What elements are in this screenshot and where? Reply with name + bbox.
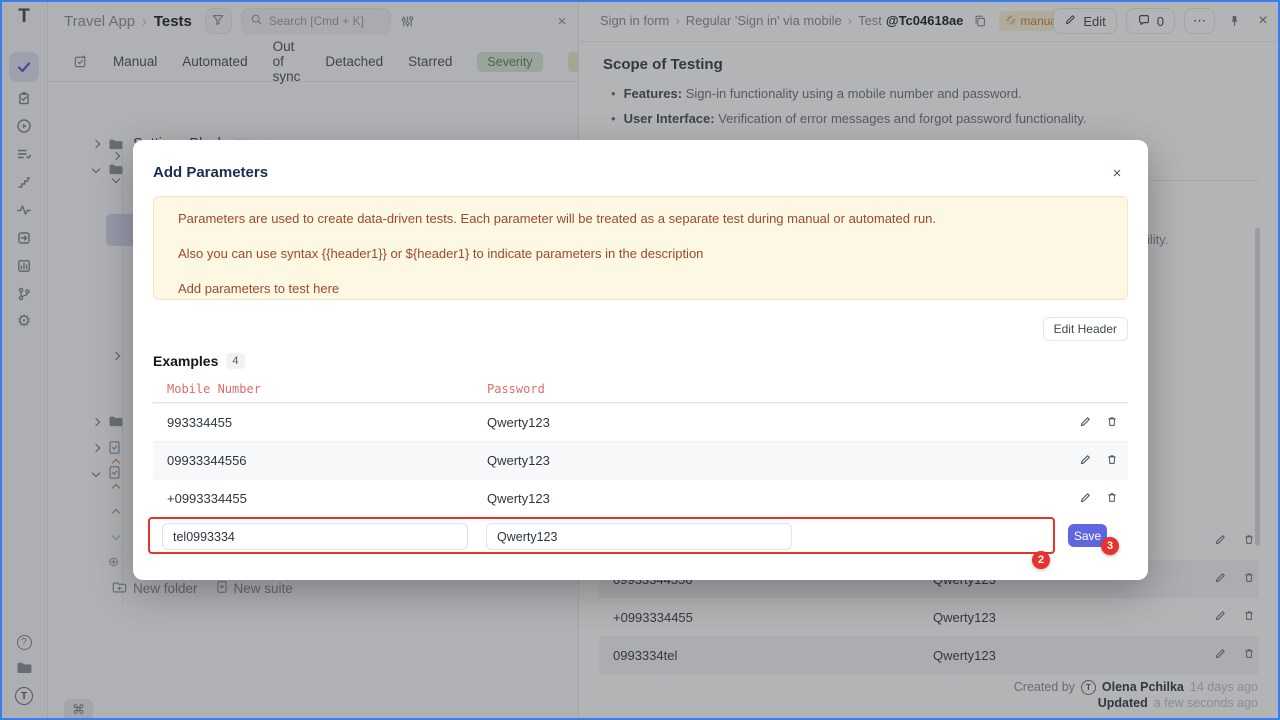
delete-row-icon[interactable] [1106,415,1118,431]
cell-mobile: 09933344556 [167,453,487,468]
annotation-step-3: 3 [1101,537,1119,555]
cell-password: Qwerty123 [487,491,1058,506]
annotation-step-2: 2 [1032,551,1050,569]
parameter-edit-row: Save [153,517,1128,555]
edit-header-button[interactable]: Edit Header [1043,317,1128,341]
info-line: Also you can use syntax {{header1}} or $… [178,247,1103,261]
modal-title: Add Parameters [153,164,268,181]
mobile-number-input[interactable] [162,523,468,550]
edit-row-icon[interactable] [1079,453,1092,469]
examples-count-badge: 4 [226,353,244,369]
app-screen: T ⚙ ? [0,0,1280,720]
parameters-table: Mobile Number Password 993334455 Qwerty1… [153,376,1128,555]
parameter-row: 09933344556 Qwerty123 [153,441,1128,479]
cell-mobile: 993334455 [167,415,487,430]
edit-row-icon[interactable] [1079,491,1092,507]
delete-row-icon[interactable] [1106,453,1118,469]
password-input[interactable] [486,523,792,550]
parameters-table-header: Mobile Number Password [153,376,1128,403]
info-line: Add parameters to test here [178,282,1103,296]
parameter-row: 993334455 Qwerty123 [153,403,1128,441]
column-password: Password [487,382,1058,396]
cell-password: Qwerty123 [487,453,1058,468]
examples-title: Examples [153,353,218,369]
cell-mobile: +0993334455 [167,491,487,506]
parameters-info-box: Parameters are used to create data-drive… [153,196,1128,300]
modal-close-icon[interactable]: × [1108,164,1126,182]
delete-row-icon[interactable] [1106,491,1118,507]
column-mobile-number: Mobile Number [167,382,487,396]
cell-password: Qwerty123 [487,415,1058,430]
examples-heading: Examples 4 [153,353,245,369]
edit-row-icon[interactable] [1079,415,1092,431]
info-line: Parameters are used to create data-drive… [178,212,1103,226]
parameter-row: +0993334455 Qwerty123 [153,479,1128,517]
add-parameters-modal: Add Parameters × Parameters are used to … [133,140,1148,580]
